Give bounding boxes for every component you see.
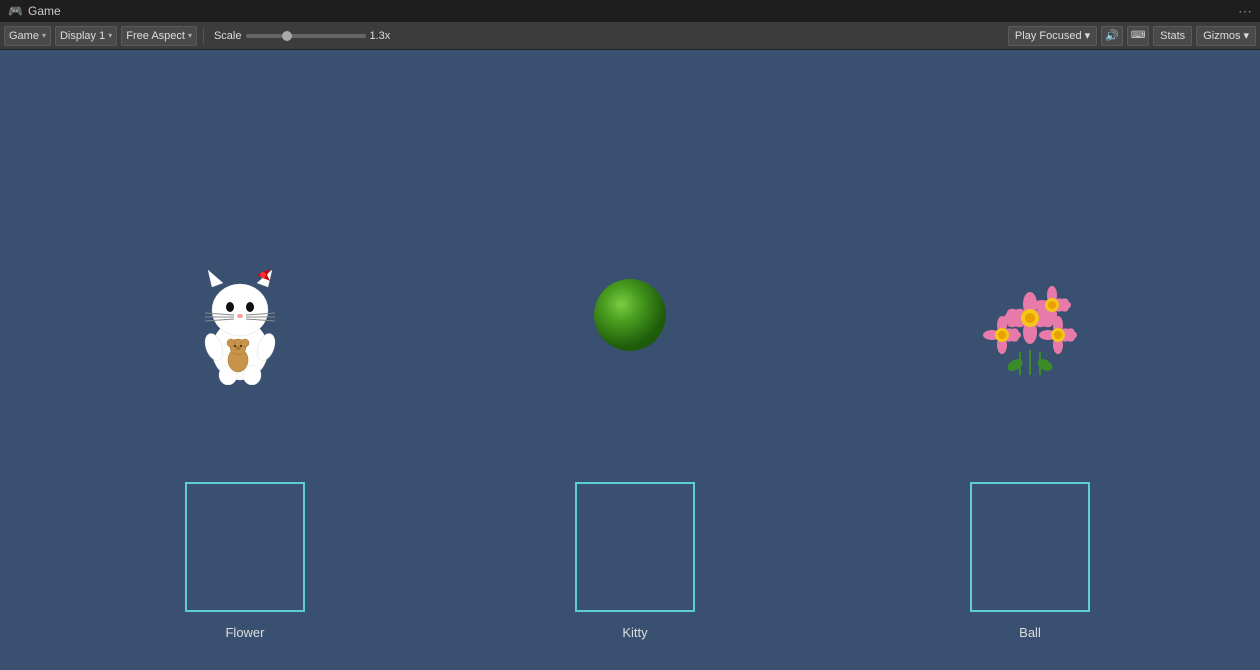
play-focused-arrow: ▾ bbox=[1085, 29, 1091, 42]
display-select[interactable]: Display 1 ▾ bbox=[55, 26, 117, 46]
game-dropdown-arrow: ▾ bbox=[42, 31, 46, 40]
toolbar: Game ▾ Display 1 ▾ Free Aspect ▾ Scale 1… bbox=[0, 22, 1260, 50]
title-label: Game bbox=[28, 4, 61, 18]
keyboard-button[interactable]: ⌨ bbox=[1127, 26, 1149, 46]
play-focused-button[interactable]: Play Focused ▾ bbox=[1008, 26, 1097, 46]
gizmos-button[interactable]: Gizmos ▾ bbox=[1196, 26, 1256, 46]
scale-slider-container: 1.3x bbox=[246, 30, 391, 42]
scale-slider-thumb[interactable] bbox=[282, 31, 292, 41]
scale-label: Scale bbox=[214, 30, 242, 42]
audio-icon: 🔊 bbox=[1105, 29, 1119, 42]
title-bar: 🎮 Game ⋯ bbox=[0, 0, 1260, 22]
aspect-dropdown-arrow: ▾ bbox=[188, 31, 192, 40]
kitty-label: Kitty bbox=[575, 625, 695, 640]
stats-button[interactable]: Stats bbox=[1153, 26, 1192, 46]
ball-sprite bbox=[590, 275, 670, 355]
ball-label: Ball bbox=[970, 625, 1090, 640]
flower-label: Flower bbox=[185, 625, 305, 640]
keyboard-icon: ⌨ bbox=[1131, 30, 1145, 41]
game-select[interactable]: Game ▾ bbox=[4, 26, 51, 46]
game-icon: 🎮 bbox=[8, 4, 22, 18]
game-viewport: Flower Kitty Ball bbox=[0, 50, 1260, 670]
kitty-selection-box[interactable] bbox=[575, 482, 695, 612]
divider-1 bbox=[203, 28, 204, 44]
audio-button[interactable]: 🔊 bbox=[1101, 26, 1123, 46]
aspect-select[interactable]: Free Aspect ▾ bbox=[121, 26, 197, 46]
scale-value: 1.3x bbox=[370, 30, 391, 42]
ball-selection-box[interactable] bbox=[970, 482, 1090, 612]
title-bar-menu[interactable]: ⋯ bbox=[1238, 3, 1252, 20]
display-dropdown-arrow: ▾ bbox=[108, 31, 112, 40]
flower-sprite bbox=[980, 280, 1080, 390]
scale-slider[interactable] bbox=[246, 34, 366, 38]
flower-selection-box[interactable] bbox=[185, 482, 305, 612]
kitty-sprite bbox=[190, 265, 290, 385]
gizmos-arrow: ▾ bbox=[1243, 29, 1249, 42]
